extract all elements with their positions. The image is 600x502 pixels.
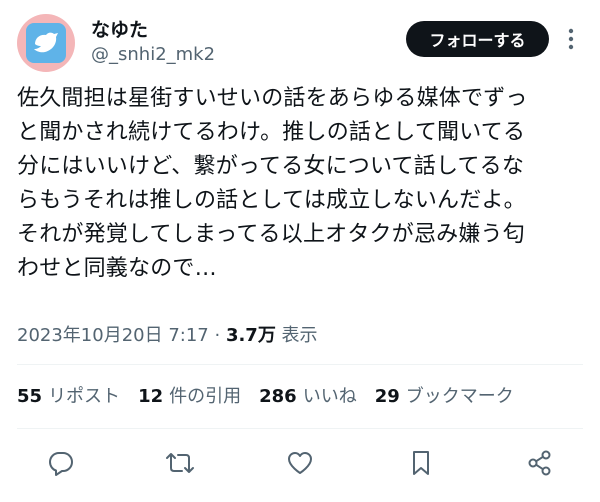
like-icon[interactable] <box>285 448 315 478</box>
tweet-text-line: と聞かされ続けてるわけ。推しの話として聞いてる <box>17 120 526 145</box>
display-name[interactable]: なゆた <box>91 18 148 42</box>
avatar-image <box>26 23 66 63</box>
follow-button[interactable]: フォローする <box>406 21 549 57</box>
stat-label: いいね <box>302 386 357 407</box>
repost-icon[interactable] <box>165 448 195 478</box>
share-icon[interactable] <box>525 448 555 478</box>
bird-icon <box>34 32 58 53</box>
views-count: 3.7万 <box>225 325 276 346</box>
user-handle[interactable]: @_snhi2_mk2 <box>91 44 215 66</box>
engagement-stats: 55 リポスト 12 件の引用 286 いいね 29 ブックマーク <box>17 384 532 410</box>
tweet-meta: 2023年10月20日 7:17 · 3.7万 表示 <box>17 323 318 349</box>
stat-label: リポスト <box>48 386 121 407</box>
more-vertical-icon[interactable] <box>560 24 582 54</box>
stat-quotes[interactable]: 12 件の引用 <box>138 384 241 410</box>
timestamp[interactable]: 2023年10月20日 7:17 <box>17 325 209 346</box>
stat-count: 12 <box>138 386 164 407</box>
tweet-header: なゆた @_snhi2_mk2 フォローする <box>0 0 600 80</box>
stat-count: 55 <box>17 386 43 407</box>
avatar[interactable] <box>17 14 75 72</box>
divider <box>17 428 583 429</box>
tweet-text: 佐久間担は星街すいせいの話をあらゆる媒体でずっ と聞かされ続けてるわけ。推しの話… <box>17 82 587 286</box>
action-bar <box>0 440 600 486</box>
stat-likes[interactable]: 286 いいね <box>259 384 357 410</box>
stat-label: ブックマーク <box>405 386 514 407</box>
divider <box>17 364 583 365</box>
stat-reposts[interactable]: 55 リポスト <box>17 384 120 410</box>
tweet-text-line: らもうそれは推しの話としては成立しないんだよ。 <box>17 188 526 213</box>
stat-bookmarks[interactable]: 29 ブックマーク <box>375 384 514 410</box>
stat-count: 29 <box>374 386 400 407</box>
stat-label: 件の引用 <box>169 386 242 407</box>
stat-count: 286 <box>259 386 297 407</box>
tweet-text-line: 佐久間担は星街すいせいの話をあらゆる媒体でずっ <box>17 86 528 111</box>
tweet-text-line: 分にはいいけど、繋がってる女について話してるな <box>17 154 525 179</box>
views-label: 表示 <box>275 325 318 346</box>
reply-icon[interactable] <box>46 448 76 478</box>
tweet-text-line: わせと同義なので… <box>17 256 217 281</box>
tweet-text-line: それが発覚してしまってる以上オタクが忌み嫌う匂 <box>17 222 525 247</box>
bookmark-icon[interactable] <box>406 448 436 478</box>
meta-separator: · <box>208 325 226 346</box>
